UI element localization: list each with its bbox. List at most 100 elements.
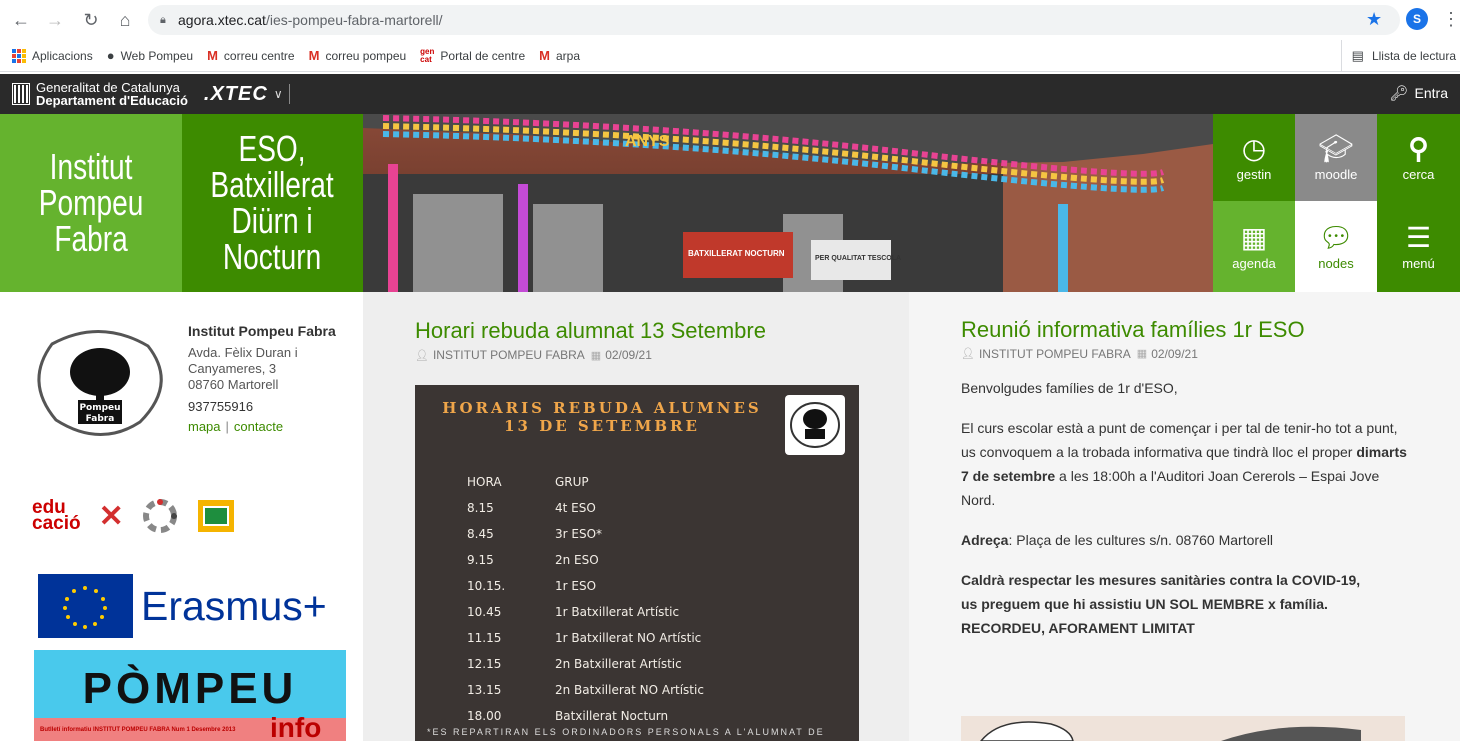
bookmark-aplicacions[interactable]: Aplicacions [12,48,93,63]
post-author[interactable]: INSTITUT POMPEU FABRA [979,346,1131,362]
educacio-logo[interactable]: edu cació [32,498,81,533]
post-greeting: Benvolgudes famílies de 1r d'ESO, [961,380,1178,396]
nav-nodes[interactable]: 💬︎ nodes [1295,201,1377,292]
poster-row: 10.15. 1r ESO [467,573,855,599]
poster-hora: 18.00 [467,709,502,723]
contact-link[interactable]: contacte [234,419,283,434]
header-banner-image: ANYS BATXILLERAT NOCTURN PER QUALITAT TE… [363,114,1213,292]
post-image[interactable] [961,716,1405,742]
gencat-icon: gen cat [420,46,435,64]
post-date: 02/09/21 [605,348,652,362]
hamburger-menu-icon: ☰ [1405,222,1432,253]
post-address: Adreça: Plaça de les cultures s/n. 08760… [961,528,1411,552]
sidebar: Pompeu Fabra Institut Pompeu Fabra Avda.… [0,292,363,741]
site-subtitle: ESO, Batxillerat Diürn i Nocturn [210,128,335,277]
url-host: agora.xtec.cat [178,12,266,28]
svg-text:Fabra: Fabra [86,414,115,424]
address-label: Adreça [961,532,1009,548]
bookmark-label: arpa [555,48,580,63]
reading-list-button[interactable]: ▤ Llista de lectura [1340,40,1456,72]
reading-list-icon: ▤ [1351,48,1364,63]
post-meta: 👤︎ INSTITUT POMPEU FABRA ▦ 02/09/21 [961,346,1411,362]
poster-row: 9.15 2n ESO [467,547,855,573]
graduation-cap-icon: 🎓︎ [1318,133,1354,164]
poster-grup: 1r ESO [555,579,597,593]
covid-line: RECORDEU, AFORAMENT LIMITAT [961,620,1195,636]
login-button[interactable]: 🔑︎ Entra [1389,84,1448,102]
poster-hora: 10.45 [467,605,502,619]
poster-grup: 2n ESO [555,553,599,567]
nav-menu[interactable]: ☰ menú [1377,201,1460,292]
pompeu-fabra-logo: Pompeu Fabra [37,330,163,436]
school-phone: 937755916 [188,399,254,414]
erasmus-logo[interactable]: Erasmus+ [38,574,348,638]
gencat-logo[interactable]: Generalitat de Catalunya Departament d'E… [12,81,188,107]
pompeu-info-suffix: info [270,712,322,741]
poster-grup: 3r ESO* [555,527,603,541]
bookmark-label: Web Pompeu [120,48,194,63]
xtec-x-icon[interactable]: ✕ [99,499,124,534]
forward-arrow-icon[interactable]: → [42,7,68,33]
address-line: Canyameres, 3 [188,361,277,376]
user-icon: 👤︎ [415,349,429,362]
poster-col-hora: HORA [467,475,502,489]
address-line: 08760 Martorell [188,377,279,392]
gmail-icon: M [539,48,550,63]
address-bar[interactable]: 🔒︎ agora.xtec.cat/ies-pompeu-fabra-marto… [148,5,1400,35]
poster-title-line1: HORARIS REBUDA ALUMNES [442,399,762,417]
more-options-icon[interactable]: ⋮ [1442,9,1460,30]
bookmark-portal-de-centre[interactable]: gen cat Portal de centre [420,46,525,64]
erasmus-text: Erasmus+ [141,582,327,629]
site-header: Institut Pompeu Fabra ESO, Batxillerat D… [0,114,1460,292]
user-icon: 👤︎ [961,348,975,360]
nav-agenda[interactable]: ▦ agenda [1213,201,1295,292]
post-author[interactable]: INSTITUT POMPEU FABRA [433,348,585,362]
banner-photo: ANYS BATXILLERAT NOCTURN PER QUALITAT TE… [363,114,1213,292]
google-classroom-icon[interactable] [197,500,234,532]
key-icon: 🔑︎ [1389,85,1409,102]
bookmark-star-icon[interactable]: ★ [1366,9,1382,30]
login-label: Entra [1414,85,1448,101]
bookmark-label: correu centre [223,48,295,63]
nav-label: moodle [1314,167,1358,182]
bookmark-label: Aplicacions [32,48,93,63]
poster-row: 8.15 4t ESO [467,495,855,521]
site-title-tile[interactable]: Institut Pompeu Fabra [0,114,182,292]
map-link[interactable]: mapa [188,419,221,434]
poster-header-row: HORA GRUP [467,469,855,495]
post-covid-notice: Caldrà respectar les mesures sanitàries … [961,568,1411,640]
reload-icon[interactable]: ↻ [78,7,104,33]
bookmark-arpa[interactable]: M arpa [539,48,580,63]
poster-grup: 1r Batxillerat Artístic [555,605,680,619]
poster-hora: 9.15 [467,553,494,567]
xtec-logo[interactable]: .XTEC [204,83,268,106]
nav-label: gestin [1236,167,1272,182]
poster-grup: Batxillerat Nocturn [555,709,669,723]
back-arrow-icon[interactable]: ← [8,7,34,33]
post-title-link[interactable]: Horari rebuda alumnat 13 Setembre [415,318,875,344]
covid-line: us preguem que hi assistiu UN SOL MEMBRE… [961,596,1328,612]
nav-cerca[interactable]: ⚲ cerca [1377,114,1460,201]
ring-logo-icon[interactable] [140,496,180,536]
nav-gestin[interactable]: ◷ gestin [1213,114,1295,201]
nav-label: nodes [1318,256,1354,271]
post-body: El curs escolar està a punt de començar … [961,416,1411,512]
nav-label: cerca [1402,167,1435,182]
nav-moodle[interactable]: 🎓︎ moodle [1295,114,1377,201]
post-title-link[interactable]: Reunió informativa famílies 1r ESO [961,318,1411,342]
poster-hora: 13.15 [467,683,502,697]
address-line: Avda. Fèlix Duran i [188,345,298,360]
schedule-poster-image[interactable]: HORARIS REBUDA ALUMNES 13 DE SETEMBRE HO… [415,385,859,741]
chevron-down-icon[interactable]: ∨ [274,87,283,101]
bookmark-correu-centre[interactable]: M correu centre [207,48,295,63]
covid-line: Caldrà respectar les mesures sanitàries … [961,572,1361,588]
school-logo[interactable]: Pompeu Fabra [30,324,170,439]
profile-avatar[interactable]: S [1406,8,1428,30]
bookmark-web-pompeu[interactable]: ● Web Pompeu [107,48,193,63]
pompeu-info-banner[interactable]: PÒMPEU Butlletí informatiu INSTITUT POMP… [34,650,346,741]
bookmarks-bar: Aplicacions ● Web Pompeu M correu centre… [0,40,1460,72]
link-separator: | [225,419,229,434]
bookmark-correu-pompeu[interactable]: M correu pompeu [309,48,407,63]
url-path: /ies-pompeu-fabra-martorell/ [265,12,443,28]
home-icon[interactable]: ⌂ [112,7,138,33]
